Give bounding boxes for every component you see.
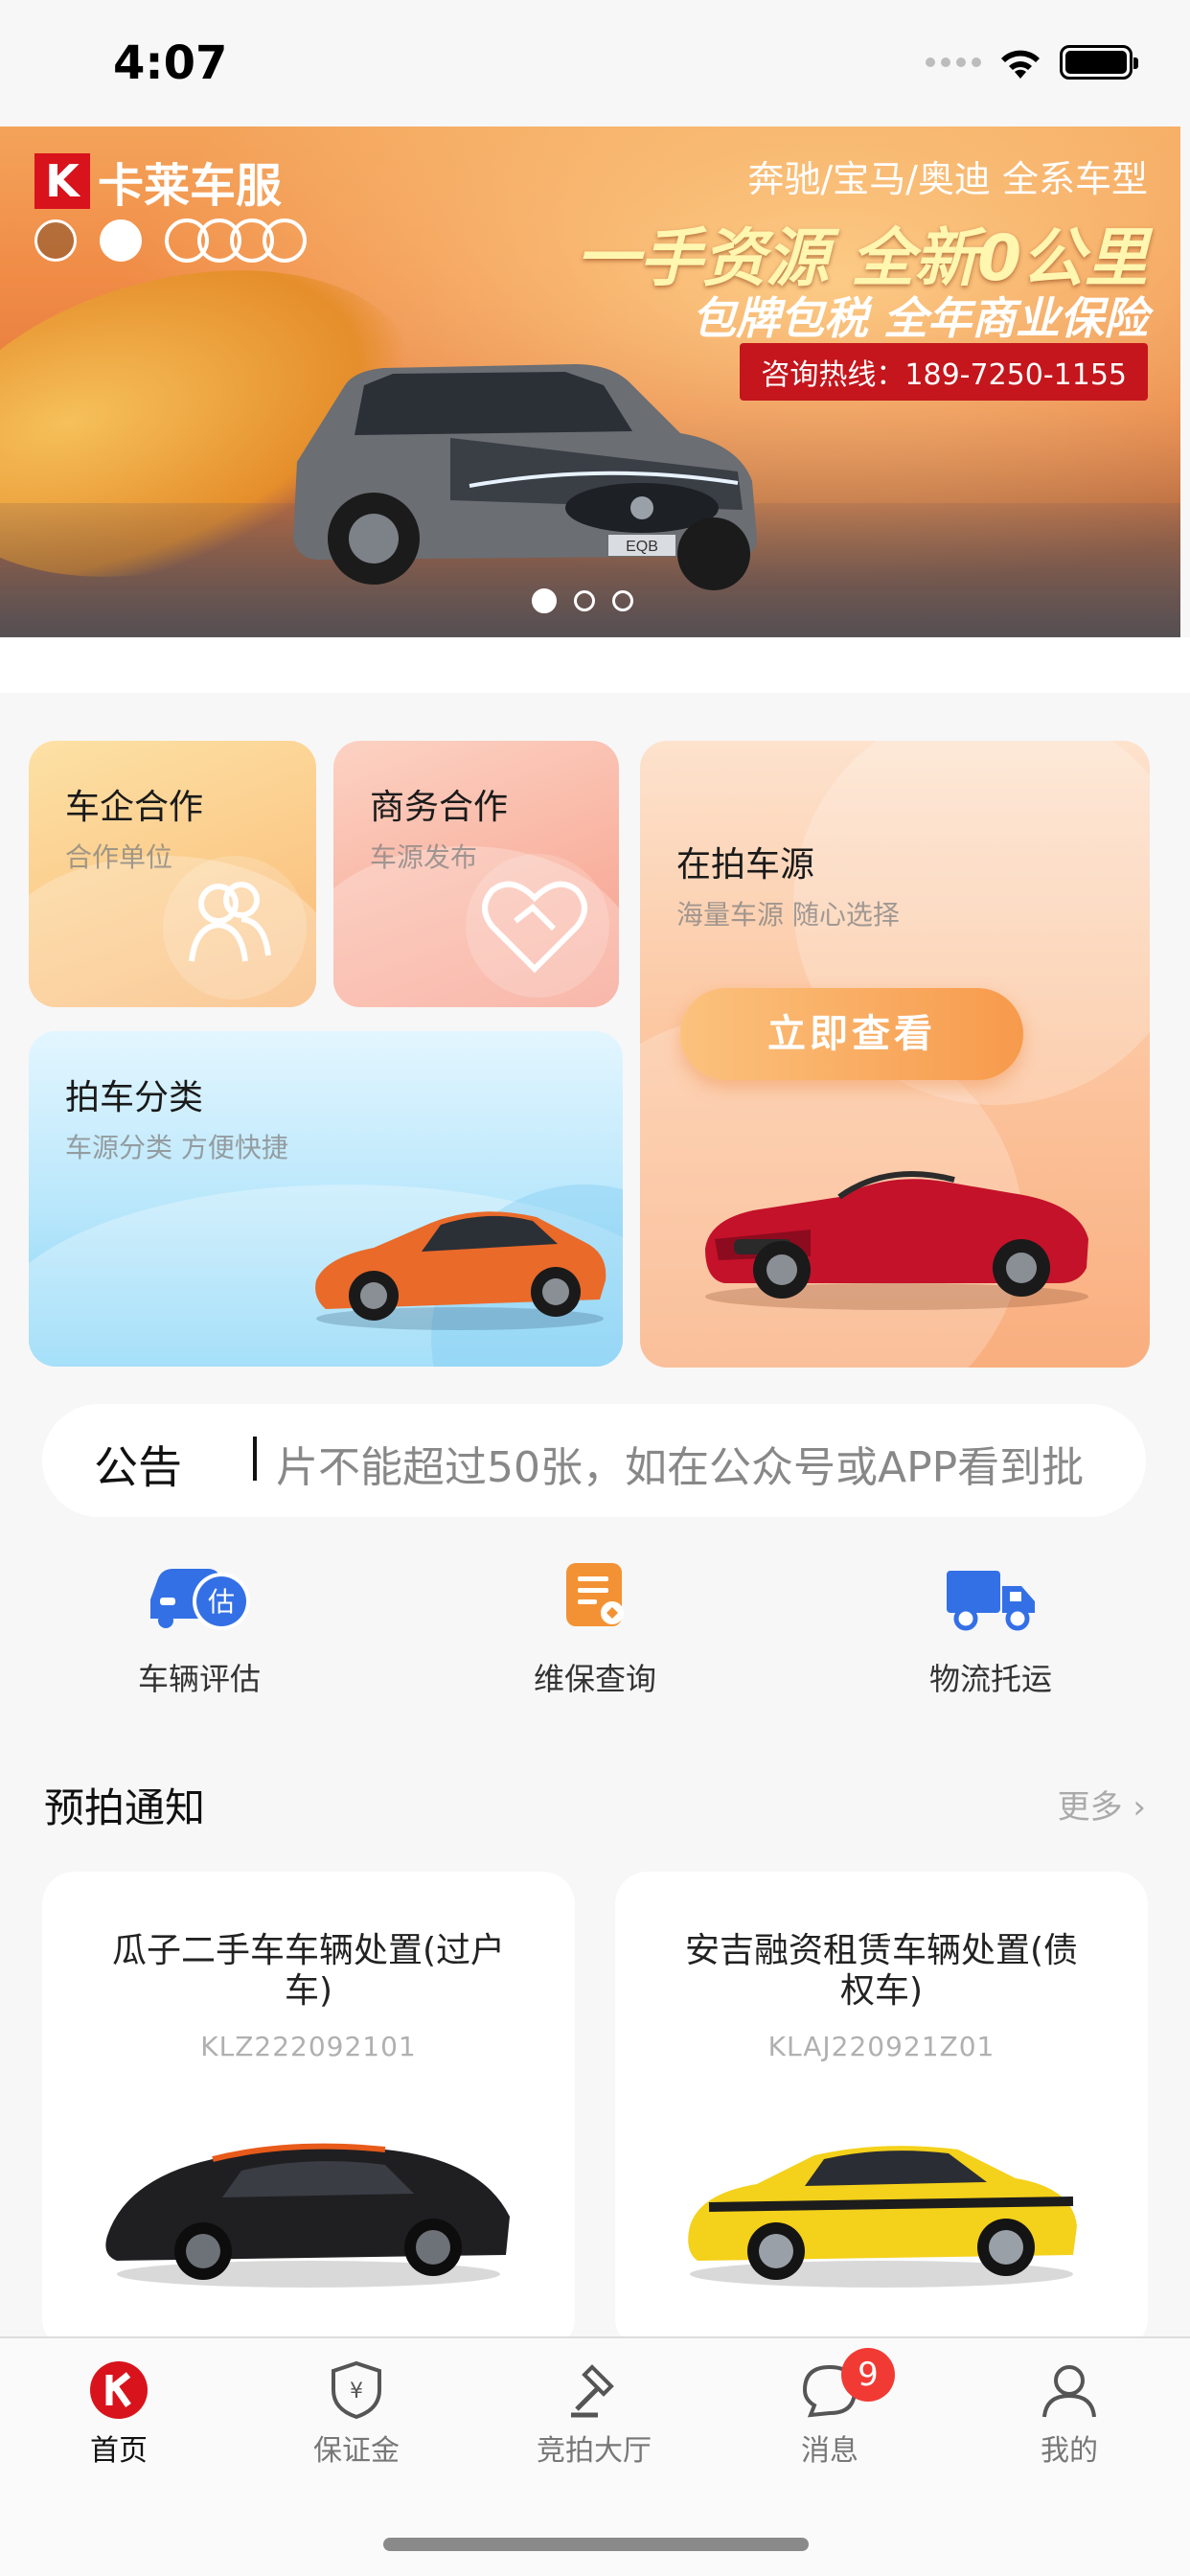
black-concept-car-image	[105, 2143, 510, 2288]
promo-banner[interactable]: K 卡莱车服 奔驰/宝马/奥迪 全系车型 一手资源 全新0公里 包牌包税 全年商…	[0, 126, 1180, 637]
tool-car-evaluate[interactable]: 估 车辆评估	[56, 1557, 343, 1699]
people-icon	[189, 882, 271, 962]
more-label: 更多	[1057, 1788, 1123, 1827]
brand-k-mark: K	[34, 153, 90, 209]
pre-auction-code: KLAJ220921Z01	[767, 2031, 995, 2062]
car-evaluate-icon: 估	[150, 1569, 250, 1630]
card-subtitle: 车源分类 方便快捷	[65, 1132, 288, 1163]
card-title: 拍车分类	[65, 1078, 204, 1117]
logistics-truck-icon	[947, 1571, 1035, 1631]
announcement-bar[interactable]: 公告 片不能超过50张，如在公众号或APP看到批	[42, 1404, 1146, 1517]
signal-icon	[926, 58, 981, 67]
tab-label: 保证金	[313, 2434, 400, 2468]
card-subtitle: 合作单位	[65, 841, 173, 873]
status-bar: 4:07	[0, 0, 1190, 126]
tab-home[interactable]: 首页	[42, 2359, 195, 2469]
tool-label: 车辆评估	[137, 1661, 261, 1697]
tool-maintenance-query[interactable]: 维保查询	[451, 1557, 739, 1699]
pre-auction-code: KLZ222092101	[200, 2031, 417, 2062]
card-auction-source[interactable]: 在拍车源 海量车源 随心选择 立即查看	[640, 741, 1150, 1368]
card-subtitle: 海量车源 随心选择	[676, 899, 900, 931]
card-title: 车企合作	[65, 788, 204, 827]
banner-line-1: 奔驰/宝马/奥迪 全系车型	[747, 158, 1148, 200]
tool-label: 物流托运	[928, 1661, 1052, 1697]
svg-text:¥: ¥	[350, 2380, 363, 2404]
tab-label: 竞拍大厅	[537, 2434, 652, 2468]
home-indicator[interactable]	[383, 2538, 809, 2551]
mercedes-logo-icon	[34, 219, 77, 262]
announcement-label: 公告	[94, 1441, 182, 1493]
maintenance-query-icon	[566, 1563, 624, 1626]
orange-sports-car-image	[315, 1211, 606, 1330]
announcement-text: 片不能超过50张，如在公众号或APP看到批	[276, 1443, 1085, 1492]
banner-dot-3[interactable]	[612, 590, 633, 611]
card-title: 在拍车源	[676, 845, 815, 885]
plate-text: EQB	[626, 539, 658, 555]
more-link[interactable]: 更多 ›	[1058, 1781, 1146, 1828]
svg-text:估: 估	[208, 1586, 235, 1618]
profile-icon	[1042, 2365, 1096, 2418]
banner-hotline: 咨询热线：189-7250-1155	[740, 343, 1148, 401]
card-title: 商务合作	[370, 788, 509, 827]
battery-icon	[1060, 45, 1138, 80]
home-logo-icon	[90, 2361, 148, 2419]
status-icons	[926, 44, 1138, 80]
tab-label: 我的	[1041, 2434, 1098, 2468]
pre-auction-title: 安吉融资租赁车辆处置(债权车)	[684, 1931, 1079, 2011]
handshake-heart-icon	[482, 881, 587, 974]
deposit-shield-icon: ¥	[332, 2360, 381, 2420]
tab-messages[interactable]: 9 消息	[753, 2348, 906, 2469]
pre-auction-card[interactable]: 安吉融资租赁车辆处置(债权车) KLAJ220921Z01	[615, 1872, 1148, 2351]
red-convertible-image	[705, 1171, 1088, 1310]
tool-logistics[interactable]: 物流托运	[847, 1557, 1134, 1699]
tab-auction-hall[interactable]: 竞拍大厅	[517, 2359, 671, 2469]
card-car-category[interactable]: 拍车分类 车源分类 方便快捷	[29, 1031, 623, 1367]
status-time: 4:07	[113, 36, 228, 90]
card-oem-cooperation[interactable]: 车企合作 合作单位	[29, 741, 316, 1007]
card-subtitle: 车源发布	[370, 841, 478, 873]
auction-hammer-icon	[571, 2364, 614, 2418]
section-title-pre-auction: 预拍通知	[44, 1784, 206, 1831]
banner-dot-1[interactable]	[532, 588, 557, 613]
tool-label: 维保查询	[533, 1661, 656, 1697]
yellow-muscle-car-image	[688, 2146, 1077, 2288]
pre-auction-title: 瓜子二手车车辆处置(过户车)	[111, 1931, 506, 2011]
brand-logo: K 卡莱车服	[34, 148, 282, 215]
suv-car-image: EQB	[293, 364, 757, 590]
tab-label: 消息	[801, 2434, 858, 2468]
bmw-logo-icon	[100, 219, 142, 262]
tab-profile[interactable]: 我的	[993, 2359, 1146, 2469]
message-badge: 9	[841, 2348, 895, 2402]
card-business-cooperation[interactable]: 商务合作 车源发布	[333, 741, 619, 1007]
wifi-icon	[1001, 50, 1040, 79]
brand-name: 卡莱车服	[98, 159, 283, 213]
audi-logo-icon	[165, 218, 307, 263]
tab-label: 首页	[90, 2434, 148, 2468]
announcement-divider	[253, 1437, 257, 1481]
banner-dot-2[interactable]	[574, 590, 595, 611]
pre-auction-card[interactable]: 瓜子二手车车辆处置(过户车) KLZ222092101	[42, 1872, 575, 2351]
car-brand-marks	[34, 218, 307, 263]
chevron-right-icon: ›	[1122, 1788, 1146, 1827]
view-now-button[interactable]: 立即查看	[680, 988, 1023, 1080]
banner-pagination[interactable]	[532, 588, 633, 613]
tab-deposit[interactable]: ¥ 保证金	[280, 2359, 433, 2469]
